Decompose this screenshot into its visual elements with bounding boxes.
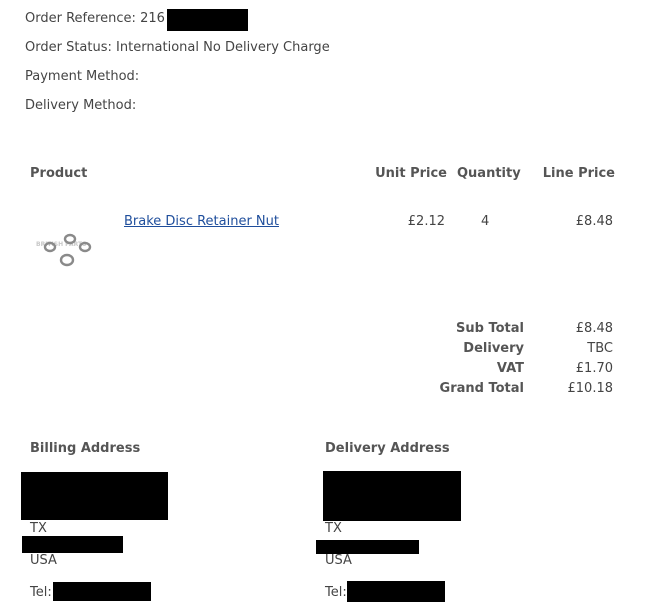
payment-method-label: Payment Method: [25,69,140,84]
product-column-header: Product [30,166,88,181]
vat-label: VAT [496,361,524,376]
redaction-delivery-postcode [316,540,419,554]
product-link[interactable]: Brake Disc Retainer Nut [124,214,279,229]
order-reference: Order Reference: 216 [25,11,165,26]
billing-tel-label: Tel: [30,585,52,600]
order-status: Order Status: International No Delivery … [25,40,330,55]
order-reference-value: 216 [140,11,165,26]
order-reference-label: Order Reference: [25,11,136,26]
billing-country: USA [30,553,57,568]
redaction-order-reference [167,9,248,31]
order-status-label: Order Status: [25,40,112,55]
redaction-delivery-name [323,471,461,521]
delivery-address-title: Delivery Address [325,441,450,456]
sub-total-value: £8.48 [575,321,613,336]
grand-total-label: Grand Total [439,381,524,396]
delivery-state: TX [325,521,342,536]
billing-state: TX [30,521,47,536]
unit-price-column-header: Unit Price [375,166,447,181]
line-price-column-header: Line Price [542,166,615,181]
unit-price-cell: £2.12 [407,214,445,229]
payment-method: Payment Method: [25,69,139,84]
delivery-total-value: TBC [587,341,613,356]
delivery-country: USA [325,553,352,568]
delivery-total-label: Delivery [463,341,524,356]
line-price-cell: £8.48 [575,214,613,229]
nut-washers-icon: BRITISH PARTS [36,233,92,267]
brake-disc-retainer-nut-image[interactable]: BRITISH PARTS [30,218,104,270]
delivery-method-label: Delivery Method: [25,98,137,113]
grand-total-value: £10.18 [567,381,614,396]
redaction-billing-tel [53,582,151,601]
quantity-column-header: Quantity [457,166,521,181]
redaction-billing-postcode [22,536,123,553]
redaction-delivery-tel [347,581,445,602]
vat-value: £1.70 [575,361,613,376]
quantity-cell: 4 [481,214,490,229]
redaction-billing-name [21,472,168,520]
billing-address-title: Billing Address [30,441,141,456]
order-status-value: International No Delivery Charge [116,40,330,55]
delivery-method: Delivery Method: [25,98,136,113]
delivery-tel-label: Tel: [325,585,347,600]
sub-total-label: Sub Total [456,321,524,336]
